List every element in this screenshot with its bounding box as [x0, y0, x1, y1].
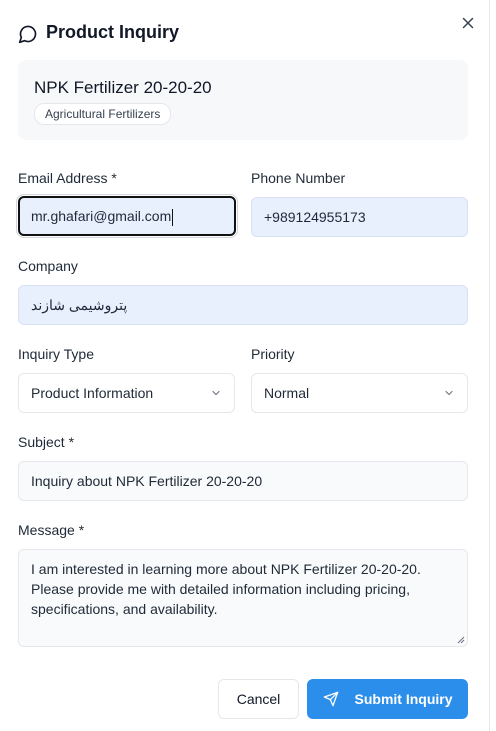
message-circle-icon	[18, 25, 37, 44]
chevron-down-icon	[212, 390, 220, 396]
subject-label: Subject *	[18, 434, 75, 450]
cancel-button-label: Cancel	[236, 691, 281, 707]
phone-label: Phone Number	[251, 170, 346, 186]
message-value: I am interested in learning more about N…	[31, 561, 421, 617]
send-icon	[323, 691, 338, 707]
priority-label: Priority	[251, 346, 295, 362]
submit-button-label: Submit Inquiry	[354, 691, 453, 707]
email-label: Email Address *	[18, 170, 117, 186]
backdrop-edge	[490, 0, 496, 731]
dialog-title: Product Inquiry	[46, 22, 180, 42]
category-badge: Agricultural Fertilizers	[34, 103, 172, 125]
phone-value: +989124955173	[264, 209, 366, 225]
message-textarea[interactable]: I am interested in learning more about N…	[18, 549, 468, 647]
message-label: Message *	[18, 522, 85, 538]
chevron-down-icon	[445, 390, 453, 396]
inquiry-dialog: Product Inquiry NPK Fertilizer 20-20-20 …	[0, 0, 490, 731]
phone-field[interactable]: +989124955173	[251, 197, 468, 237]
resize-handle-icon[interactable]	[457, 636, 465, 644]
company-field[interactable]: پتروشیمی شازند	[18, 285, 468, 325]
company-label: Company	[18, 258, 78, 274]
email-value: mr.ghafari@gmail.com	[31, 208, 172, 224]
inquiry-type-label: Inquiry Type	[18, 346, 95, 362]
priority-select[interactable]: Normal	[251, 373, 468, 413]
close-icon[interactable]	[459, 14, 477, 32]
product-name: NPK Fertilizer 20-20-20	[34, 78, 212, 97]
email-field[interactable]: mr.ghafari@gmail.com	[18, 196, 236, 236]
priority-value: Normal	[264, 385, 310, 401]
subject-value: Inquiry about NPK Fertilizer 20-20-20	[31, 473, 263, 489]
text-caret	[172, 208, 174, 226]
company-value: پتروشیمی شازند	[31, 297, 128, 313]
cancel-button[interactable]: Cancel	[218, 679, 299, 719]
subject-field[interactable]: Inquiry about NPK Fertilizer 20-20-20	[18, 461, 468, 501]
submit-inquiry-button[interactable]: Submit Inquiry	[307, 679, 468, 719]
product-summary-card: NPK Fertilizer 20-20-20 Agricultural Fer…	[18, 60, 468, 140]
inquiry-type-select[interactable]: Product Information	[18, 373, 235, 413]
inquiry-type-value: Product Information	[31, 385, 154, 401]
